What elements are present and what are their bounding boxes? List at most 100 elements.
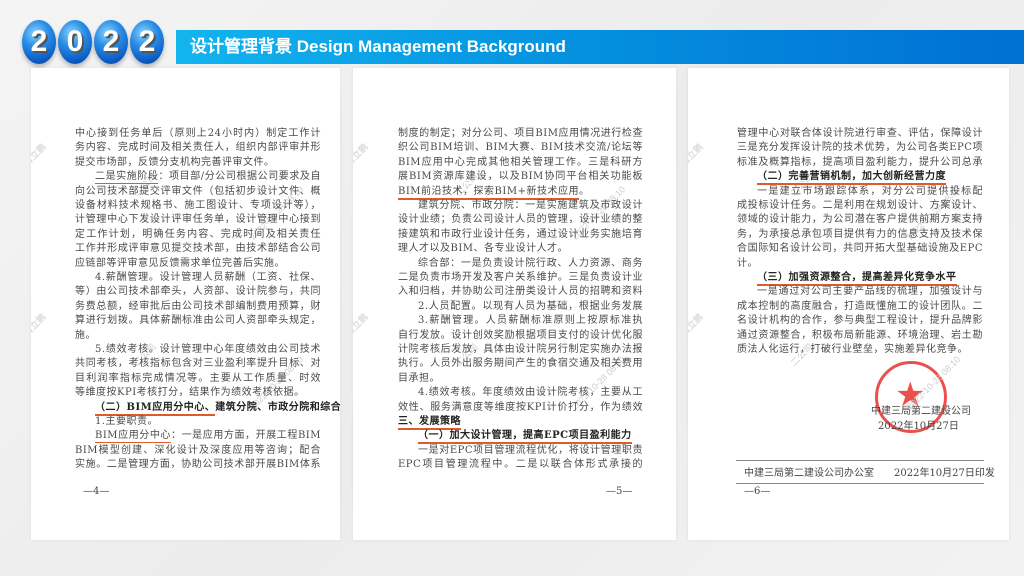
document-line: 质法人化运行，打破行业壁垒，实施差异化竞争。	[737, 343, 983, 357]
document-line: 应链部等评审意见反馈需求单位完善后实施。	[75, 257, 321, 271]
document-line: （一）加大设计管理，提高EPC项目盈利能力	[418, 429, 643, 445]
text-segment: 务，为承接总承包项目提供有力的信息支持及技术保障。三是联	[737, 228, 983, 240]
document-line: 等）由公司技术部牵头，人资部、设计院参与，共同测算年度服	[75, 285, 321, 299]
text-segment: 合国际知名设计公司，共同开拓大型基础设施及EPC类项目设	[737, 243, 983, 255]
text-segment: EPC项目管理流程中。二是以联合体形式承接的EPC项目由设计	[398, 459, 643, 471]
text-segment: 名设计机构的合作，参与典型工程设计，提升品牌影响力。三是	[737, 315, 983, 327]
document-line: 设备材料技术规格书、施工图设计、专项设计等），技术部向设	[75, 199, 321, 213]
document-line: 目利润率指标完成情况等。主要从工作质量、时效性、服务效果	[75, 372, 321, 386]
text-segment: 二是负责市场开发及客户关系维护。三是负责设计业绩管理、录	[398, 272, 643, 283]
text-segment: 执行。人员外出服务期间产生的食宿交通及相关费用由所服务项	[398, 358, 643, 370]
footer-divider	[736, 483, 984, 484]
document-line: 成投标设计任务。二是利用在规划设计、方案设计、市政设计等	[737, 199, 983, 213]
text-segment: 目利润率指标完成情况等。主要从工作质量、时效性、服务效果	[75, 372, 321, 384]
text-segment: 综合部：一是负责设计院行政、人力资源、商务和财务管理。	[418, 257, 643, 269]
document-line: 工作并形成评审意见提交技术部，由技术部结合公司商务部、供	[75, 242, 321, 256]
section-heading: 建筑分院、市政分院和综合部	[215, 401, 340, 413]
text-segment: 3.薪酬管理。人员薪酬标准原则上按原标准执行，由设计院	[418, 315, 643, 327]
text-segment: 定工作计划，明确任务内容、完成时间及相关责任人，组织评审	[75, 228, 321, 240]
document-line: 计。	[737, 257, 983, 271]
section-heading: （二）完善营销机制，加大创新经营力度	[757, 171, 946, 186]
year-digit: 0	[58, 20, 92, 64]
year-digit: 2	[130, 20, 164, 64]
document-line: 领域的设计能力，为公司潜在客户提供前期方案支持和咨询服	[737, 213, 983, 227]
document-line: 标准及概算指标，提高项目盈利能力，提升公司总承包竞争力。	[737, 156, 983, 170]
text-segment: 。	[578, 185, 590, 197]
text-segment: 织公司BIM培训、BIM大赛、BIM技术交流/论坛等活动；配合局	[398, 142, 643, 154]
text-segment: 设备材料技术规格书、施工图设计、专项设计等），技术部向设	[75, 200, 321, 211]
document-line: 务，为承接总承包项目提供有力的信息支持及技术保障。三是联	[737, 228, 983, 242]
page-number: —6—	[744, 486, 771, 497]
text-segment: 通过资源整合，积极布局新能源、环境治理、岩土勘察等设计资	[737, 329, 983, 341]
document-line: 执行。人员外出服务期间产生的食宿交通及相关费用由所服务项	[398, 357, 643, 371]
text-segment: 务内容、完成时间及相关责任人，组织内部评审并形成评审意见	[75, 142, 321, 154]
text-segment: BIM模型创建、深化设计及深度应用等咨询；配合BIM示范项目	[75, 444, 321, 456]
document-line: BIM应用分中心：一是应用方面，开展工程BIM正向设计、	[95, 429, 321, 444]
document-line: 中心接到任务单后（原则上24小时内）制定工作计划，明确任	[75, 127, 321, 141]
document-line: 2.人员配置。以现有人员为基础，根据业务发展需要配置。	[418, 300, 643, 314]
text-segment: BIM应用中心完成其他相关管理工作。三是科研方面，配合局开	[398, 156, 643, 168]
text-segment: 入和归档，并协助公司注册类设计人员的招聘和资料管理工作。	[398, 286, 643, 298]
document-line: 制度的制定；对分公司、项目BIM应用情况进行检查和考核；组	[398, 127, 643, 141]
document-line: 一是通过对公司主要产品线的梳理，加强设计与施工、招采、	[757, 285, 983, 299]
slide-title: 设计管理背景 Design Management Background	[190, 37, 566, 56]
section-heading: 三、发展策略	[398, 416, 461, 430]
document-line: 成本控制的高度融合，打造既懂施工的设计团队。二是加强与知	[737, 300, 983, 314]
document-line: BIM前沿技术，探索BIM+新技术应用。	[398, 185, 643, 200]
text-segment: 4.薪酬管理。设计管理人员薪酬（工资、社保、福利、绩效	[95, 272, 321, 283]
watermark-text: 黄立鹏	[353, 311, 370, 338]
text-segment: 2.人员配置。以现有人员为基础，根据业务发展需要配置。	[418, 300, 643, 312]
watermark-text: 黄立鹏	[353, 141, 370, 168]
text-segment: 算进行划拨。具体薪酬标准由公司人资部牵头规定，经审批后实	[75, 315, 321, 327]
text-segment: 向公司技术部提交评审文件（包括初步设计文件、概算文件、	[75, 185, 321, 197]
document-line: 合国际知名设计公司，共同开拓大型基础设施及EPC类项目设	[737, 242, 983, 256]
document-page-6: ★ 中建三局第二建设公司 2022年10月27日 中建三局第二建设公司办公室 2…	[688, 68, 1009, 540]
highlighted-text: 二是实施阶段	[95, 171, 159, 185]
document-line: （二）完善营销机制，加大创新经营力度	[757, 170, 983, 186]
document-line: 通过资源整合，积极布局新能源、环境治理、岩土勘察等设计资	[737, 329, 983, 343]
document-line: 名设计机构的合作，参与典型工程设计，提升品牌影响力。三是	[737, 314, 983, 328]
document-line: 施。	[75, 329, 321, 343]
document-line: 综合部：一是负责设计院行政、人力资源、商务和财务管理。	[418, 257, 643, 271]
document-line: 三、发展策略	[398, 415, 643, 430]
text-segment: 一是对EPC项目管理流程优化，将设计管理职责嵌入到公司	[418, 444, 643, 456]
text-segment: 目承担。	[398, 372, 440, 384]
document-line: 二是负责市场开发及客户关系维护。三是负责设计业绩管理、录	[398, 271, 643, 285]
text-segment: 计院考核后发放，具体由设计院另行制定实施办法报公司审批后	[398, 344, 643, 355]
watermark-text: 黄立鹏	[31, 141, 48, 168]
section-heading: （一）加大设计管理，提高EPC项目盈利能力	[418, 430, 632, 445]
document-line: 等维度按KPI考核打分，结果作为绩效考核依据。	[75, 386, 321, 400]
text-segment: 工作并形成评审意见提交技术部，由技术部结合公司商务部、供	[75, 243, 321, 255]
text-segment: 等）由公司技术部牵头，人资部、设计院参与，共同测算年度服	[75, 286, 321, 298]
document-line: BIM应用中心完成其他相关管理工作。三是科研方面，配合局开	[398, 156, 643, 170]
document-line: 自行发放。设计创效奖励根据项目支付的设计优化服务费，经设	[398, 329, 643, 343]
text-segment: 施。	[75, 329, 96, 341]
document-line: 3.薪酬管理。人员薪酬标准原则上按原标准执行，由设计院	[418, 314, 643, 328]
page-number: —4—	[83, 486, 110, 497]
document-line: 建筑分院、市政分院：一是实施建筑及市政设计业务，丰富	[418, 199, 643, 213]
document-line: 一是对EPC项目管理流程优化，将设计管理职责嵌入到公司	[418, 444, 643, 458]
document-line: 一是建立市场跟踪体系，对分公司提供投标配合，高质量完	[757, 185, 983, 199]
text-segment: 领域的设计能力，为公司潜在客户提供前期方案支持和咨询服	[737, 214, 983, 226]
document-line: 设计业绩；负责公司设计人员的管理，设计业绩的整合。二是承	[398, 213, 643, 227]
document-line: 务费总额，经审批后由公司技术部编制费用预算，财务部根据预	[75, 300, 321, 314]
text-segment: 1.主要职责。	[95, 416, 159, 427]
document-line: 算进行划拨。具体薪酬标准由公司人资部牵头规定，经审批后实	[75, 314, 321, 328]
year-digit: 2	[94, 20, 128, 64]
text-segment: 一是建立市场跟踪体系，对分公司提供投标配合，高质量完	[757, 185, 983, 197]
year-2022-logo: 2 0 2 2	[22, 20, 164, 64]
text-segment: 接建筑和市政行业设计任务，通过设计业务实施培育EPC设计管	[398, 228, 643, 240]
text-segment: 计管理中心下发设计评审任务单，设计管理中心接到任务单后制	[75, 214, 321, 226]
document-line: 目承担。	[398, 372, 643, 386]
signature-date: 2022年10月27日	[878, 421, 959, 432]
document-line: 共同考核，考核指标包含对三业盈利率提升目标、对公司EPC项	[75, 357, 321, 371]
document-line: 二是实施阶段：项目部/分公司根据公司要求及自身需要，	[95, 170, 321, 185]
text-segment: 实施。二是管理方面，协助公司技术部开展BIM体系建设及相关	[75, 459, 321, 471]
text-segment: 理人才以及BIM、各专业设计人才。	[398, 243, 569, 255]
footer-issuer: 中建三局第二建设公司办公室	[744, 468, 874, 479]
text-segment: 三是充分发挥设计院的技术优势，为公司各类EPC项目测定设计	[737, 142, 983, 154]
document-line: 5.绩效考核。设计管理中心年度绩效由公司技术部和设计院	[95, 343, 321, 357]
text-segment: 制度的制定；对分公司、项目BIM应用情况进行检查和考核；组	[398, 128, 643, 139]
document-line: 1.主要职责。	[95, 415, 321, 429]
document-page-5: —5— 黄立鹏 二公司 2022-10-28 08:10 黄立鹏 二公司 2022-10-…	[353, 68, 676, 540]
